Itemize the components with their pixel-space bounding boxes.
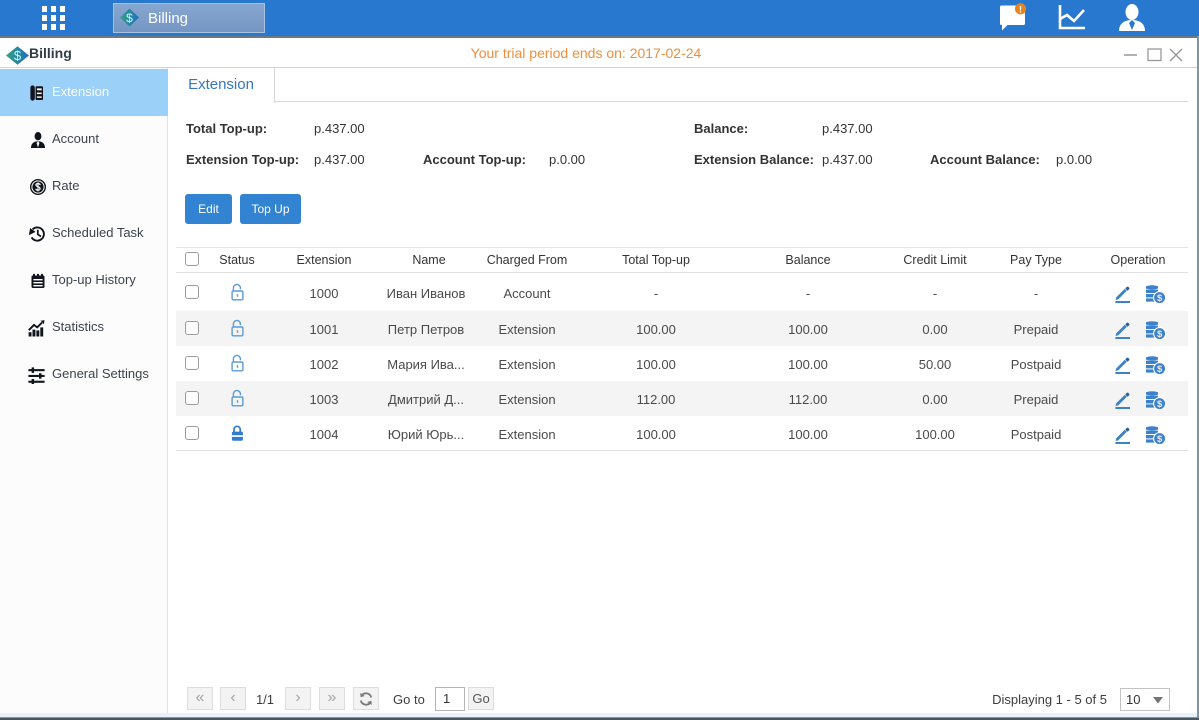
svg-text:$: $ xyxy=(1157,434,1163,445)
svg-text:!: ! xyxy=(1019,4,1022,14)
svg-text:$: $ xyxy=(1157,399,1163,410)
svg-text:$: $ xyxy=(1157,293,1163,304)
svg-text:$: $ xyxy=(1157,364,1163,375)
svg-text:$: $ xyxy=(126,11,133,25)
svg-text:$: $ xyxy=(1157,329,1163,340)
